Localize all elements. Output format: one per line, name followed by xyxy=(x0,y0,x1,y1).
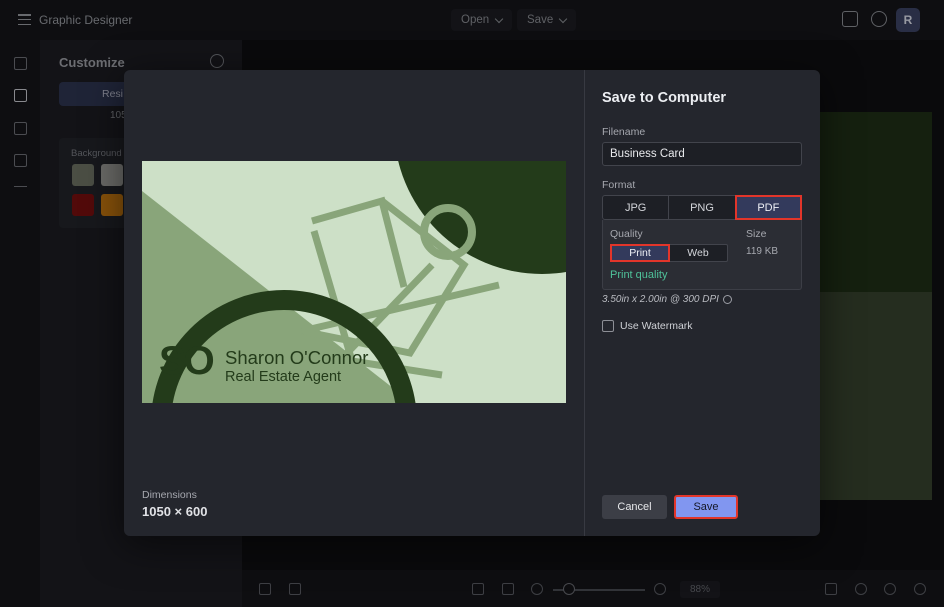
format-label: Format xyxy=(602,179,636,191)
dpi-note: 3.50in x 2.00in @ 300 DPI xyxy=(602,294,732,305)
watermark-label: Use Watermark xyxy=(620,320,693,332)
card-name: Sharon O'Connor xyxy=(225,347,369,368)
cancel-button[interactable]: Cancel xyxy=(602,495,667,519)
watermark-option[interactable]: Use Watermark xyxy=(602,320,693,332)
format-jpg-button[interactable]: JPG xyxy=(603,196,670,219)
dialog-title: Save to Computer xyxy=(602,90,727,106)
format-selector: JPG PNG PDF xyxy=(602,195,802,220)
save-options: Save to Computer Filename Format JPG PNG… xyxy=(585,70,820,536)
dpi-note-text: 3.50in x 2.00in @ 300 DPI xyxy=(602,294,719,305)
dimensions-label: Dimensions xyxy=(142,489,197,501)
quality-box: Quality Print Web Print quality Size 119… xyxy=(602,220,802,290)
save-button[interactable]: Save xyxy=(674,495,738,519)
save-dialog: SO Sharon O'Connor Real Estate Agent Dim… xyxy=(124,70,820,536)
quality-web-button[interactable]: Web xyxy=(669,245,727,261)
print-quality-link[interactable]: Print quality xyxy=(610,269,667,281)
watermark-checkbox[interactable] xyxy=(602,320,614,332)
size-label: Size xyxy=(746,228,767,240)
format-pdf-button[interactable]: PDF xyxy=(734,195,802,220)
quality-selector: Print Web xyxy=(610,244,728,262)
card-monogram: SO xyxy=(159,339,215,383)
info-icon[interactable] xyxy=(722,295,732,304)
card-role: Real Estate Agent xyxy=(225,369,342,385)
filename-input[interactable] xyxy=(602,142,802,166)
business-card-preview: SO Sharon O'Connor Real Estate Agent xyxy=(142,161,566,403)
dimensions-value: 1050 × 600 xyxy=(142,504,208,519)
format-png-button[interactable]: PNG xyxy=(669,196,736,219)
filename-label: Filename xyxy=(602,126,646,138)
quality-label: Quality xyxy=(610,228,643,240)
quality-print-button[interactable]: Print xyxy=(610,244,670,262)
size-value: 119 KB xyxy=(746,246,779,257)
